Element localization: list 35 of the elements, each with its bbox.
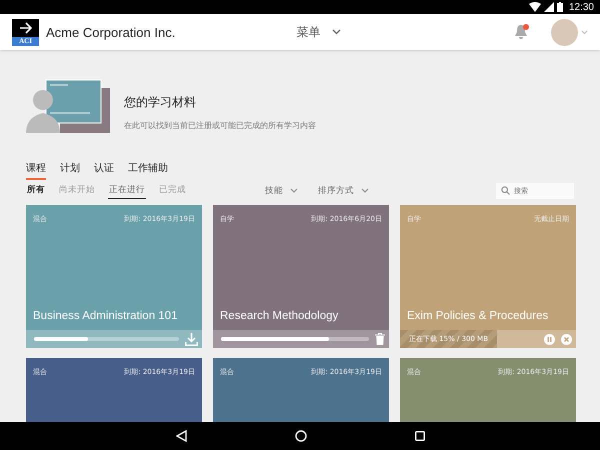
course-title: Business Administration 101 xyxy=(32,310,178,324)
course-title: Research Methodology xyxy=(219,310,340,324)
notification-button[interactable] xyxy=(514,24,528,40)
wifi-icon xyxy=(528,2,541,12)
filter-option[interactable]: 正在进行 xyxy=(108,182,146,199)
tab[interactable]: 课程 xyxy=(26,159,46,180)
signal-icon xyxy=(544,2,554,12)
pause-icon[interactable] xyxy=(544,334,555,344)
page-subtitle: 在此可以找到当前已注册或可能已完成的所有学习内容 xyxy=(124,120,316,131)
trash-icon[interactable] xyxy=(375,333,385,345)
filter-dropdown[interactable]: 技能 xyxy=(263,182,300,198)
battery-icon xyxy=(556,2,563,12)
chevron-icon xyxy=(290,188,298,193)
company-name: Acme Corporation Inc. xyxy=(46,24,176,40)
home-icon[interactable] xyxy=(294,430,306,442)
course-title: Exim Policies & Procedures xyxy=(406,310,550,324)
back-icon[interactable] xyxy=(176,430,186,442)
tab[interactable]: 工作辅助 xyxy=(128,159,168,180)
chevron-icon xyxy=(581,30,588,34)
bell-icon xyxy=(514,24,528,40)
filter-option[interactable]: 所有 xyxy=(26,182,46,199)
chevron-icon xyxy=(332,29,342,35)
menu-dropdown[interactable]: 菜单 xyxy=(294,22,344,42)
tab[interactable]: 计划 xyxy=(60,159,80,180)
close-icon[interactable] xyxy=(561,334,572,344)
filter-dropdown[interactable]: 排序方式 xyxy=(316,182,371,198)
search-icon xyxy=(501,186,510,195)
tab[interactable]: 认证 xyxy=(94,159,114,180)
recents-icon[interactable] xyxy=(414,431,424,441)
avatar[interactable] xyxy=(551,18,578,46)
chevron-icon xyxy=(361,188,369,193)
download-icon[interactable] xyxy=(185,332,198,346)
clock-time: 12:30 xyxy=(568,2,594,12)
page-title: 您的学习材料 xyxy=(124,94,197,111)
arrow-icon xyxy=(18,22,32,34)
